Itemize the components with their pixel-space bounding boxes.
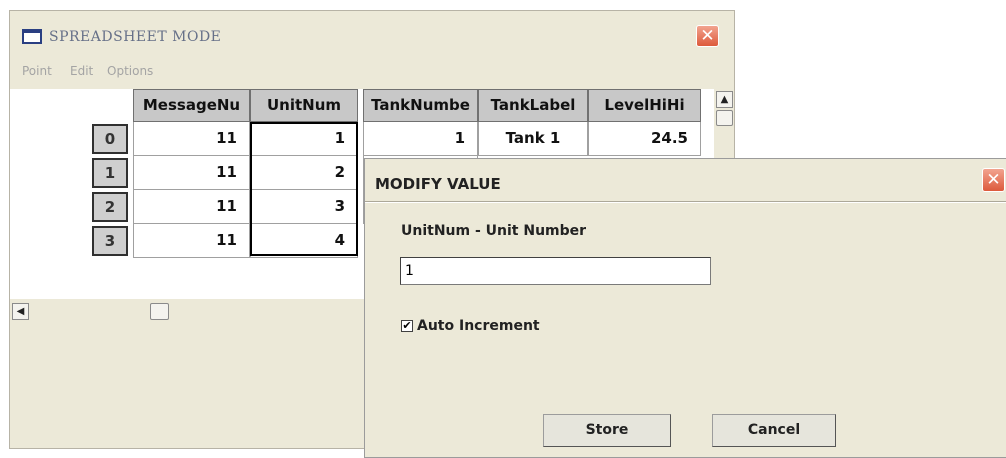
- dialog-close-button[interactable]: ✕: [982, 168, 1005, 192]
- scroll-thumb[interactable]: [716, 110, 733, 126]
- menu-edit[interactable]: Edit: [70, 64, 93, 78]
- scroll-up-icon[interactable]: ▲: [716, 91, 733, 108]
- field-label: UnitNum - Unit Number: [401, 223, 587, 239]
- modify-value-dialog: MODIFY VALUE ✕ UnitNum - Unit Number ✔ A…: [364, 158, 1006, 458]
- dialog-title: MODIFY VALUE: [375, 175, 501, 193]
- cell-messagenu-0[interactable]: 11: [133, 122, 250, 156]
- row-header-3[interactable]: 3: [92, 226, 128, 256]
- row-header-2[interactable]: 2: [92, 192, 128, 222]
- column-header-messagenu[interactable]: MessageNu: [133, 89, 250, 122]
- column-header-tanknumbe[interactable]: TankNumbe: [363, 89, 478, 122]
- window-icon: [22, 29, 42, 44]
- row-header-0[interactable]: 0: [92, 124, 128, 154]
- menu-bar: Point Edit Options: [10, 63, 734, 89]
- store-button[interactable]: Store: [543, 414, 671, 447]
- auto-increment-label[interactable]: Auto Increment: [417, 318, 540, 334]
- title-bar[interactable]: SPREADSHEET MODE ✕: [10, 11, 734, 65]
- column-header-tanklabel[interactable]: TankLabel: [478, 89, 588, 122]
- cell-messagenu-2[interactable]: 11: [133, 190, 250, 224]
- cell-unitnum-3[interactable]: 4: [250, 224, 358, 258]
- column-header-unitnum[interactable]: UnitNum: [250, 89, 358, 122]
- cancel-button[interactable]: Cancel: [712, 414, 836, 447]
- cell-tanknumbe-0[interactable]: 1: [363, 122, 478, 156]
- scroll-thumb-horizontal[interactable]: [150, 303, 169, 320]
- scroll-left-icon[interactable]: ◀: [12, 303, 29, 320]
- auto-increment-checkbox[interactable]: ✔: [401, 320, 413, 332]
- dialog-divider: [365, 201, 1006, 203]
- cell-unitnum-1[interactable]: 2: [250, 156, 358, 190]
- value-input[interactable]: [400, 257, 711, 285]
- cell-unitnum-0[interactable]: 1: [250, 122, 358, 156]
- column-header-levelhihi[interactable]: LevelHiHi: [588, 89, 701, 122]
- menu-options[interactable]: Options: [107, 64, 153, 78]
- cell-levelhihi-0[interactable]: 24.5: [588, 122, 701, 156]
- cell-tanklabel-0[interactable]: Tank 1: [478, 122, 588, 156]
- row-header-1[interactable]: 1: [92, 158, 128, 188]
- cell-messagenu-1[interactable]: 11: [133, 156, 250, 190]
- close-button[interactable]: ✕: [696, 25, 719, 47]
- window-title: SPREADSHEET MODE: [49, 29, 222, 45]
- menu-point[interactable]: Point: [22, 64, 52, 78]
- cell-unitnum-2[interactable]: 3: [250, 190, 358, 224]
- cell-messagenu-3[interactable]: 11: [133, 224, 250, 258]
